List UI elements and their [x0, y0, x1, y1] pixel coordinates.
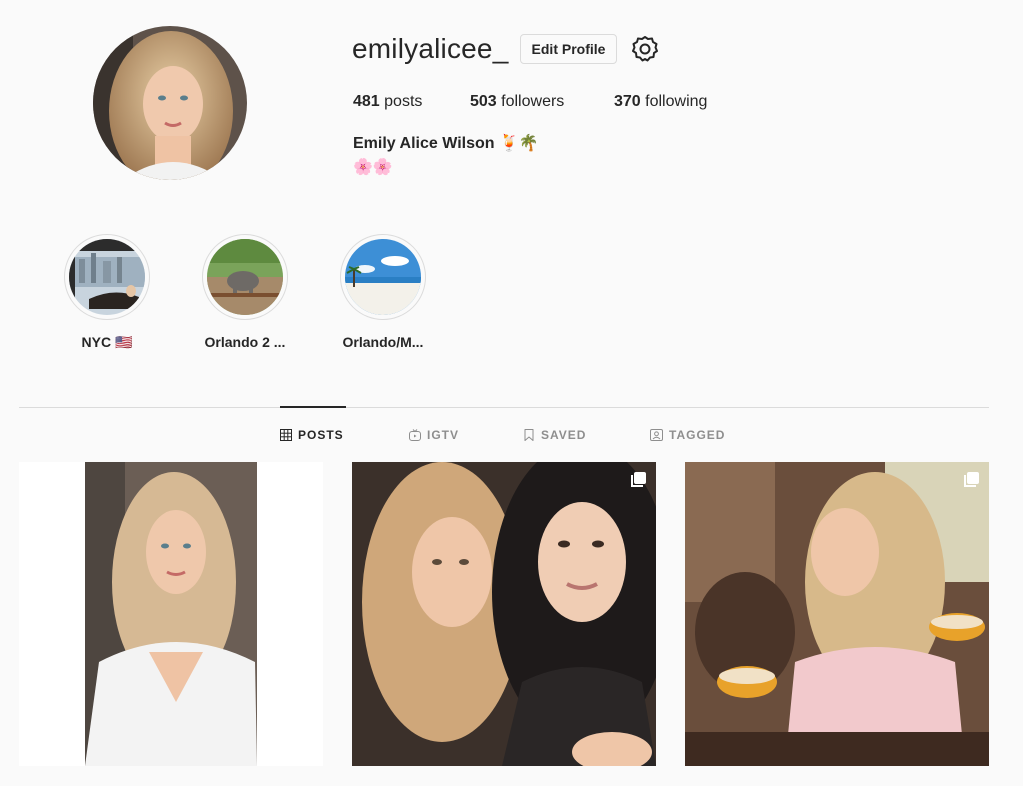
grid-icon — [280, 429, 292, 441]
bookmark-icon — [524, 429, 534, 441]
highlight-label: Orlando 2 ... — [204, 334, 286, 350]
following-count-link[interactable]: 370 following — [614, 92, 707, 112]
post-thumbnail[interactable] — [685, 462, 989, 766]
profile-avatar[interactable] — [93, 26, 247, 180]
username: emilyalicee_ — [352, 33, 509, 64]
followers-count-link[interactable]: 503 followers — [470, 92, 564, 112]
tab-igtv[interactable]: IGTV — [409, 427, 459, 443]
tab-posts[interactable]: POSTS — [280, 427, 344, 443]
highlight-label: NYC 🇺🇸 — [81, 334, 133, 350]
highlight-label: Orlando/M... — [342, 334, 424, 350]
igtv-icon — [409, 429, 421, 441]
highlight-orlando-2[interactable] — [202, 234, 288, 320]
highlight-orlando-m[interactable] — [340, 234, 426, 320]
full-name: Emily Alice Wilson 🍹🌴 — [353, 135, 539, 152]
posts-count-stat: 481 posts — [353, 93, 423, 110]
post-thumbnail[interactable] — [19, 462, 323, 766]
multiple-images-icon — [631, 472, 646, 487]
tab-saved[interactable]: SAVED — [523, 427, 586, 443]
post-thumbnail[interactable] — [352, 462, 656, 766]
tagged-icon — [650, 429, 663, 441]
tab-tagged[interactable]: TAGGED — [650, 427, 725, 443]
multiple-images-icon — [964, 472, 979, 487]
edit-profile-button[interactable]: Edit Profile — [520, 34, 617, 64]
active-tab-indicator — [280, 406, 346, 408]
bio-text: 🌸🌸 — [353, 159, 393, 176]
highlight-nyc[interactable] — [64, 234, 150, 320]
gear-icon[interactable] — [631, 35, 659, 63]
tabs-divider — [19, 407, 989, 408]
